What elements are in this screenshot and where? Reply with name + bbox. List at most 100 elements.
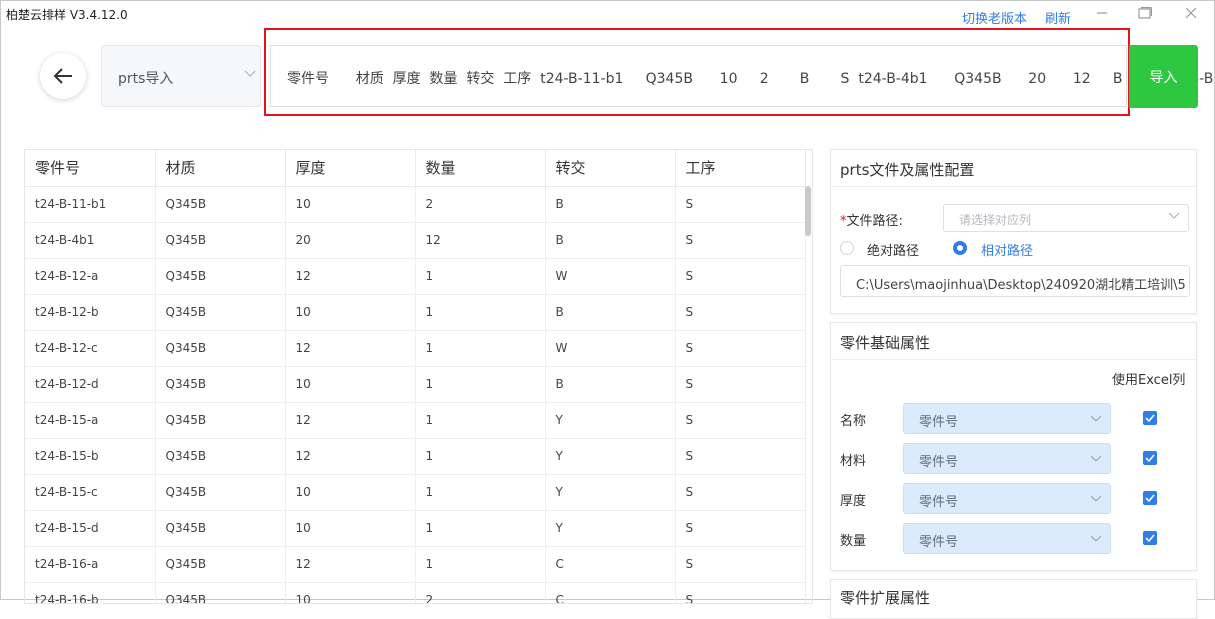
- cell-part-no: t24-B-15-d: [25, 510, 156, 547]
- cell-material: Q345B: [155, 546, 286, 583]
- field-label-name: 名称: [840, 414, 867, 429]
- file-config-title: prts文件及属性配置: [840, 161, 975, 179]
- header-preview-text: 零件号 材质 厚度 数量 转交 工序 t24-B-11-b1 Q345B 10 …: [287, 71, 1214, 87]
- table-row[interactable]: t24-B-12-b Q345B 10 1 B S: [25, 294, 806, 331]
- cell-quantity: 1: [415, 474, 546, 511]
- column-header-process[interactable]: 工序: [675, 150, 806, 187]
- relative-path-radio[interactable]: [953, 241, 967, 255]
- field-select-thickness[interactable]: 零件号: [903, 483, 1111, 514]
- refresh-link[interactable]: 刷新: [1045, 8, 1071, 27]
- maximize-icon[interactable]: [1133, 4, 1157, 26]
- column-header-transfer[interactable]: 转交: [545, 150, 676, 187]
- file-path-column-select[interactable]: 请选择对应列: [943, 204, 1189, 232]
- cell-transfer: Y: [545, 402, 676, 439]
- table-row[interactable]: t24-B-16-b Q345B 10 2 C S: [25, 582, 806, 603]
- close-icon[interactable]: [1179, 4, 1203, 26]
- column-header-material[interactable]: 材质: [155, 150, 286, 187]
- minimize-icon[interactable]: [1090, 4, 1114, 26]
- cell-material: Q345B: [155, 294, 286, 331]
- field-label-thickness: 厚度: [840, 494, 867, 509]
- table-row[interactable]: t24-B-15-a Q345B 12 1 Y S: [25, 402, 806, 439]
- field-select-material[interactable]: 零件号: [903, 443, 1111, 474]
- cell-transfer: B: [545, 294, 676, 331]
- cell-thickness: 10: [285, 366, 416, 403]
- cell-transfer: B: [545, 186, 676, 223]
- field-select-name[interactable]: 零件号: [903, 403, 1111, 434]
- cell-thickness: 12: [285, 546, 416, 583]
- cell-material: Q345B: [155, 510, 286, 547]
- file-path-placeholder: 请选择对应列: [959, 213, 1032, 227]
- absolute-path-label[interactable]: 绝对路径: [867, 240, 919, 259]
- import-button[interactable]: 导入: [1129, 45, 1198, 108]
- table-row[interactable]: t24-B-15-b Q345B 12 1 Y S: [25, 438, 806, 475]
- cell-quantity: 1: [415, 366, 546, 403]
- table-row[interactable]: t24-B-15-d Q345B 10 1 Y S: [25, 510, 806, 547]
- absolute-path-radio[interactable]: [840, 241, 854, 255]
- scrollbar-thumb[interactable]: [805, 186, 811, 236]
- column-header-part-no[interactable]: 零件号: [25, 150, 156, 187]
- table-row[interactable]: t24-B-15-c Q345B 10 1 Y S: [25, 474, 806, 511]
- table-row[interactable]: t24-B-16-a Q345B 12 1 C S: [25, 546, 806, 583]
- use-excel-checkbox-quantity[interactable]: [1143, 531, 1157, 545]
- field-select-value: 零件号: [919, 535, 959, 550]
- cell-quantity: 12: [415, 222, 546, 259]
- cell-thickness: 10: [285, 474, 416, 511]
- use-excel-checkbox-thickness[interactable]: [1143, 491, 1157, 505]
- table-row[interactable]: t24-B-12-c Q345B 12 1 W S: [25, 330, 806, 367]
- use-excel-column-label: 使用Excel列: [1112, 373, 1186, 388]
- cell-process: S: [675, 366, 806, 403]
- back-button[interactable]: [40, 53, 86, 99]
- column-header-thickness[interactable]: 厚度: [285, 150, 416, 187]
- field-select-quantity[interactable]: 零件号: [903, 523, 1111, 554]
- cell-process: S: [675, 438, 806, 475]
- cell-transfer: W: [545, 258, 676, 295]
- table-row[interactable]: t24-B-12-a Q345B 12 1 W S: [25, 258, 806, 295]
- cell-transfer: C: [545, 546, 676, 583]
- header-preview-box: 零件号 材质 厚度 数量 转交 工序 t24-B-11-b1 Q345B 10 …: [270, 45, 1213, 107]
- cell-material: Q345B: [155, 366, 286, 403]
- cell-part-no: t24-B-11-b1: [25, 186, 156, 223]
- cell-part-no: t24-B-12-c: [25, 330, 156, 367]
- chevron-down-icon: [244, 70, 256, 77]
- cell-process: S: [675, 294, 806, 331]
- import-type-select[interactable]: prts导入: [101, 45, 261, 107]
- cell-thickness: 20: [285, 222, 416, 259]
- table-row[interactable]: t24-B-12-d Q345B 10 1 B S: [25, 366, 806, 403]
- switch-old-version-link[interactable]: 切换老版本: [962, 8, 1027, 27]
- use-excel-checkbox-material[interactable]: [1143, 451, 1157, 465]
- check-icon: [1145, 494, 1155, 502]
- cell-thickness: 12: [285, 330, 416, 367]
- cell-transfer: Y: [545, 474, 676, 511]
- chevron-down-icon: [1090, 455, 1102, 462]
- cell-process: S: [675, 330, 806, 367]
- file-path-input[interactable]: C:\Users\maojinhua\Desktop\240920湖北精工培训\…: [840, 265, 1190, 297]
- import-type-value: prts导入: [118, 71, 174, 87]
- relative-path-label[interactable]: 相对路径: [981, 240, 1033, 259]
- cell-process: S: [675, 474, 806, 511]
- base-attributes-panel: 零件基础属性 使用Excel列 名称 零件号 材料 零件号 厚度 零件号 数量 零件号: [830, 322, 1197, 571]
- cell-transfer: W: [545, 330, 676, 367]
- cell-thickness: 10: [285, 294, 416, 331]
- cell-material: Q345B: [155, 258, 286, 295]
- cell-material: Q345B: [155, 582, 286, 603]
- cell-material: Q345B: [155, 474, 286, 511]
- cell-quantity: 1: [415, 330, 546, 367]
- table-row[interactable]: t24-B-4b1 Q345B 20 12 B S: [25, 222, 806, 259]
- cell-process: S: [675, 546, 806, 583]
- use-excel-checkbox-name[interactable]: [1143, 411, 1157, 425]
- title-bar: 柏楚云排样 V3.4.12.0 切换老版本 刷新: [0, 0, 1215, 30]
- base-attributes-title: 零件基础属性: [840, 334, 931, 352]
- column-header-quantity[interactable]: 数量: [415, 150, 546, 187]
- cell-part-no: t24-B-15-a: [25, 402, 156, 439]
- field-label-material: 材料: [840, 454, 867, 469]
- chevron-down-icon: [1168, 212, 1180, 219]
- divider: [831, 359, 1196, 360]
- arrow-left-icon: [53, 68, 72, 84]
- cell-transfer: B: [545, 366, 676, 403]
- cell-material: Q345B: [155, 438, 286, 475]
- check-icon: [1145, 454, 1155, 462]
- cell-part-no: t24-B-15-b: [25, 438, 156, 475]
- table-row[interactable]: t24-B-11-b1 Q345B 10 2 B S: [25, 186, 806, 223]
- table-scrollbar[interactable]: [804, 186, 812, 600]
- cell-material: Q345B: [155, 222, 286, 259]
